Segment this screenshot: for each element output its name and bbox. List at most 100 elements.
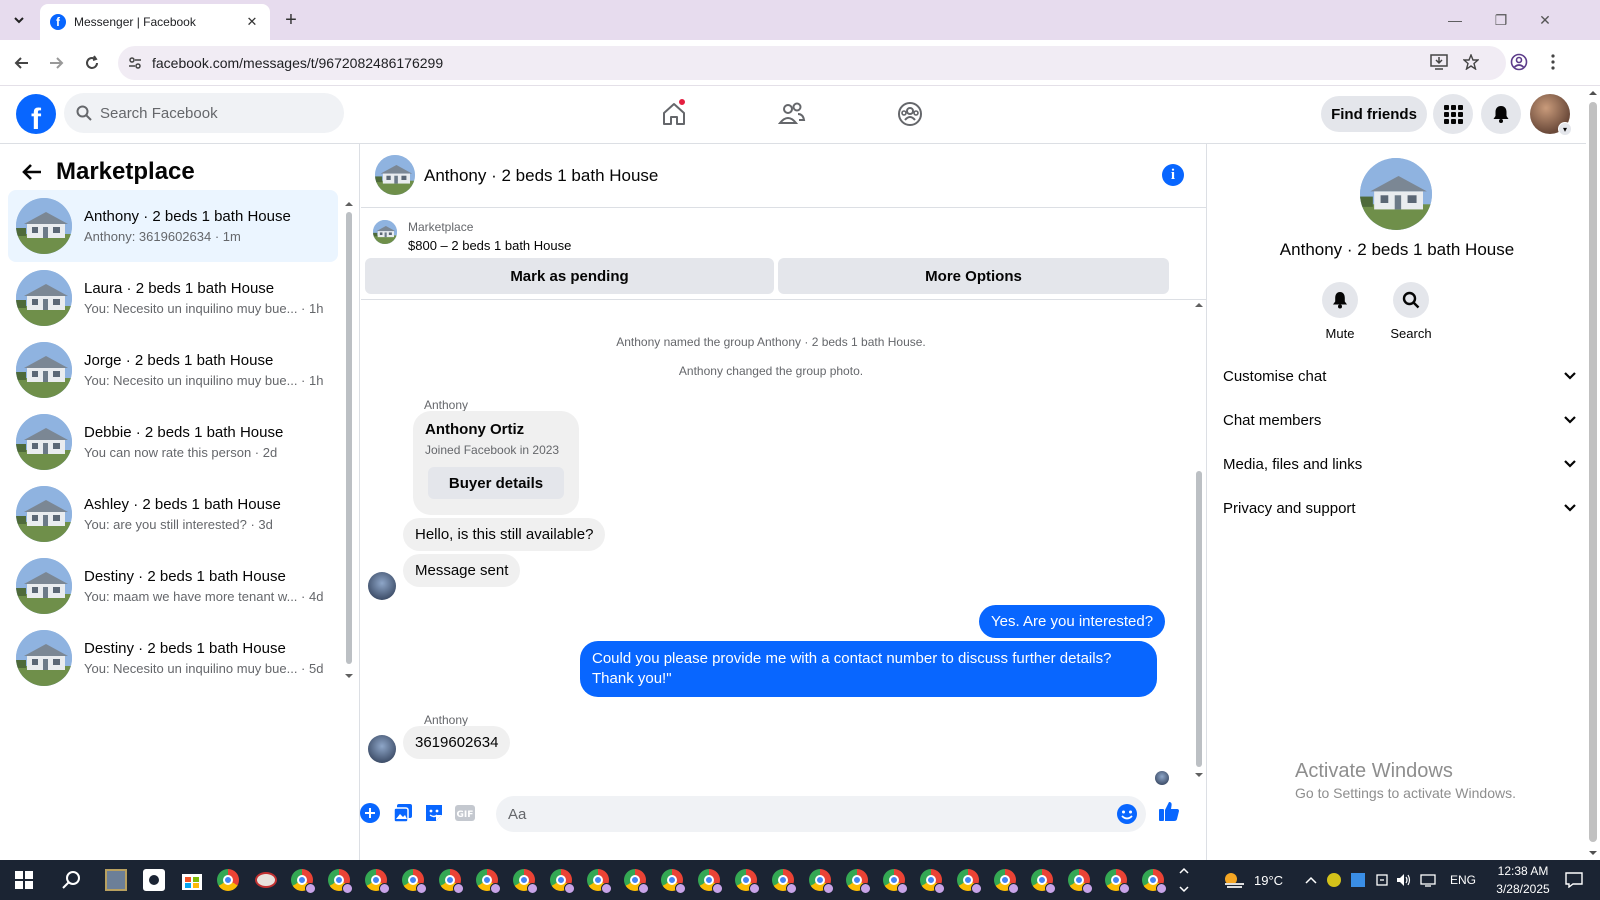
tray-app-icon[interactable] xyxy=(1348,866,1368,894)
pinned-app-icon[interactable] xyxy=(140,866,168,894)
thumbs-up-icon[interactable] xyxy=(1158,800,1180,822)
message-text-field[interactable] xyxy=(508,805,1098,823)
address-bar[interactable]: facebook.com/messages/t/9672082486176299 xyxy=(118,46,1506,80)
search-action[interactable]: Search xyxy=(1381,282,1441,341)
browser-tab[interactable]: f Messenger | Facebook ✕ xyxy=(40,4,270,40)
outgoing-message[interactable]: Yes. Are you interested? xyxy=(979,605,1166,638)
mute-action[interactable]: Mute xyxy=(1310,282,1370,341)
forward-button[interactable] xyxy=(42,49,70,77)
tab-search-button[interactable] xyxy=(6,8,32,32)
chat-avatar[interactable] xyxy=(375,155,415,195)
clock-date[interactable]: 3/28/2025 xyxy=(1490,882,1556,896)
search-icon[interactable] xyxy=(58,866,86,894)
incoming-message[interactable]: Hello, is this still available? xyxy=(403,518,606,551)
buyer-details-button[interactable]: Buyer details xyxy=(428,467,564,499)
volume-icon[interactable] xyxy=(1394,866,1414,894)
nav-groups[interactable] xyxy=(890,96,930,132)
scroll-up-icon[interactable] xyxy=(1193,301,1205,309)
chrome-profile-icon[interactable] xyxy=(843,866,871,894)
scroll-down-icon[interactable] xyxy=(344,672,354,680)
microsoft-store-icon[interactable] xyxy=(178,866,206,894)
scroll-up-icon[interactable] xyxy=(1586,88,1600,98)
profile-icon[interactable] xyxy=(1506,48,1532,76)
site-info-icon[interactable] xyxy=(118,55,152,71)
chrome-profile-icon[interactable] xyxy=(584,866,612,894)
back-arrow-button[interactable] xyxy=(16,156,48,188)
emoji-icon[interactable] xyxy=(1116,803,1138,830)
input-language[interactable]: ENG xyxy=(1450,873,1476,887)
chat-scrollbar[interactable] xyxy=(1193,301,1205,781)
incoming-message[interactable]: Message sent xyxy=(403,554,521,587)
outgoing-message[interactable]: Could you please provide me with a conta… xyxy=(580,641,1157,697)
chrome-profile-icon[interactable] xyxy=(399,866,427,894)
minimize-window-button[interactable]: — xyxy=(1440,6,1470,34)
chrome-profile-icon[interactable] xyxy=(436,866,464,894)
facebook-logo[interactable]: f xyxy=(16,94,56,134)
chrome-profile-icon[interactable] xyxy=(880,866,908,894)
sidebar-scrollbar[interactable] xyxy=(344,200,354,840)
pinned-app-icon[interactable] xyxy=(102,866,130,894)
chrome-profile-icon[interactable] xyxy=(288,866,316,894)
chrome-profile-icon[interactable] xyxy=(1139,866,1167,894)
notifications-button[interactable] xyxy=(1481,94,1521,134)
message-input[interactable] xyxy=(496,796,1146,832)
chrome-profile-icon[interactable] xyxy=(806,866,834,894)
nav-friends[interactable] xyxy=(772,96,812,132)
chrome-profile-icon[interactable] xyxy=(473,866,501,894)
nav-home[interactable] xyxy=(654,96,694,132)
chat-title[interactable]: Anthony · 2 beds 1 bath House xyxy=(424,166,658,186)
chrome-profile-icon[interactable] xyxy=(991,866,1019,894)
chrome-profile-icon[interactable] xyxy=(695,866,723,894)
incoming-message[interactable]: 3619602634 xyxy=(403,726,511,759)
chrome-profile-icon[interactable] xyxy=(769,866,797,894)
conversation-item[interactable]: Jorge · 2 beds 1 bath House You: Necesito… xyxy=(8,334,338,406)
tab-close-icon[interactable]: ✕ xyxy=(242,12,262,32)
chrome-profile-icon[interactable] xyxy=(732,866,760,894)
new-tab-button[interactable]: + xyxy=(278,8,304,32)
show-hidden-icons-chevron-icon[interactable] xyxy=(1302,866,1320,894)
notification-center-icon[interactable] xyxy=(1560,866,1588,894)
weather-temperature[interactable]: 19°C xyxy=(1254,873,1283,888)
chrome-profile-icon[interactable] xyxy=(954,866,982,894)
mark-as-pending-button[interactable]: Mark as pending xyxy=(365,258,774,294)
scrollbar-thumb[interactable] xyxy=(1589,102,1597,842)
chrome-profile-icon[interactable] xyxy=(1028,866,1056,894)
conversation-item[interactable]: Debbie · 2 beds 1 bath House You can now … xyxy=(8,406,338,478)
scroll-up-icon[interactable] xyxy=(344,200,354,208)
more-options-button[interactable]: More Options xyxy=(778,258,1169,294)
group-photo[interactable] xyxy=(1360,158,1432,230)
conversation-item[interactable]: Anthony · 2 beds 1 bath House Anthony: 36… xyxy=(8,190,338,262)
scroll-down-icon[interactable] xyxy=(1193,771,1205,779)
conversation-item[interactable]: Destiny · 2 beds 1 bath House You: maam w… xyxy=(8,550,338,622)
chrome-profile-icon[interactable] xyxy=(1102,866,1130,894)
gif-icon[interactable]: GIF xyxy=(454,802,476,824)
reload-button[interactable] xyxy=(78,49,106,77)
photo-icon[interactable] xyxy=(392,802,414,824)
chrome-profile-icon[interactable] xyxy=(325,866,353,894)
conversation-item[interactable]: Ashley · 2 beds 1 bath House You: are you… xyxy=(8,478,338,550)
listing-title[interactable]: $800 – 2 beds 1 bath House xyxy=(408,238,571,253)
account-avatar[interactable]: ▾ xyxy=(1530,94,1572,136)
browser-menu-icon[interactable] xyxy=(1540,48,1566,76)
bookmark-star-icon[interactable] xyxy=(1458,48,1484,76)
clock-time[interactable]: 12:38 AM xyxy=(1497,864,1549,878)
customise-chat-section[interactable]: Customise chat xyxy=(1223,356,1577,396)
plus-circle-icon[interactable] xyxy=(359,802,381,824)
scrollbar-thumb[interactable] xyxy=(1196,471,1202,767)
info-icon[interactable]: i xyxy=(1162,164,1184,186)
tray-app-icon[interactable] xyxy=(1324,866,1344,894)
page-scrollbar[interactable] xyxy=(1586,86,1600,860)
conversation-item[interactable]: Laura · 2 beds 1 bath House You: Necesito… xyxy=(8,262,338,334)
menu-button[interactable] xyxy=(1433,94,1473,134)
tray-app-icon[interactable] xyxy=(1372,866,1392,894)
sticker-icon[interactable] xyxy=(423,802,445,824)
weather-icon[interactable] xyxy=(1220,866,1248,894)
chrome-profile-icon[interactable] xyxy=(510,866,538,894)
chrome-profile-icon[interactable] xyxy=(621,866,649,894)
chat-members-section[interactable]: Chat members xyxy=(1223,400,1577,440)
chrome-profile-icon[interactable] xyxy=(1065,866,1093,894)
back-button[interactable] xyxy=(8,49,36,77)
privacy-support-section[interactable]: Privacy and support xyxy=(1223,488,1577,528)
facebook-search[interactable] xyxy=(64,93,344,133)
scrollbar-thumb[interactable] xyxy=(346,212,352,664)
